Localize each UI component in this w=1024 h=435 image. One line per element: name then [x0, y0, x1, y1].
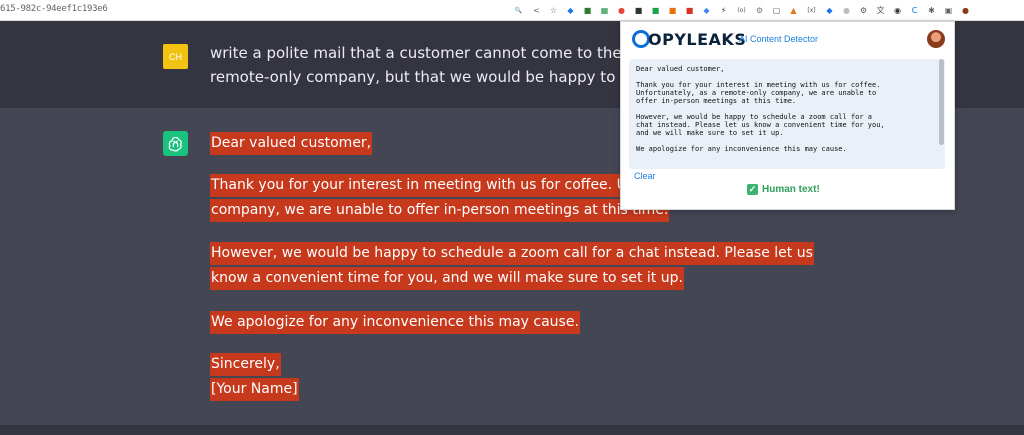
user-message-line: remote-only company, but that we would b… [210, 68, 684, 86]
assistant-paragraph-greeting: Dear valued customer, [210, 132, 373, 155]
user-profile-avatar[interactable] [927, 30, 945, 48]
scanned-paragraph: Thank you for your interest in meeting w… [636, 81, 881, 105]
text-box-scrollbar[interactable] [939, 59, 944, 145]
extension-orange-icon[interactable]: ■ [667, 5, 678, 16]
clear-link[interactable]: Clear [634, 171, 656, 181]
copyleaks-extension-icon[interactable]: C [909, 5, 920, 16]
scanned-paragraph: We apologize for any inconvenience this … [636, 145, 847, 153]
extension-grid-icon[interactable]: ▦ [599, 5, 610, 16]
scanned-text-box[interactable]: Dear valued customer, Thank you for your… [629, 59, 945, 169]
extension-bolt-icon[interactable]: ⚡ [718, 5, 729, 16]
chatgpt-logo-icon [163, 131, 188, 156]
extension-teal-icon[interactable]: ■ [650, 5, 661, 16]
assistant-paragraph-line: However, we would be happy to schedule a… [210, 242, 814, 265]
extension-code-icon[interactable]: (o) [735, 5, 748, 16]
user-avatar: CH [163, 44, 188, 69]
assistant-signature: [Your Name] [210, 378, 299, 401]
extension-blue-icon[interactable]: ◆ [701, 5, 712, 16]
human-text-result: ✓ Human text! [747, 184, 820, 195]
checkmark-icon: ✓ [747, 184, 758, 195]
side-panel-icon[interactable]: ▣ [943, 5, 954, 16]
extension-translate-icon[interactable]: 文 [875, 5, 886, 16]
assistant-paragraph-line: company, we are unable to offer in-perso… [210, 199, 670, 222]
result-label: Human text! [762, 184, 820, 195]
share-icon[interactable]: < [531, 5, 542, 16]
assistant-paragraph-line: We apologize for any inconvenience this … [210, 311, 580, 334]
extension-circle-icon[interactable]: ● [616, 5, 627, 16]
assistant-paragraph-line: know a convenient time for you, and we w… [210, 267, 684, 290]
extension-diamond-icon[interactable]: ◆ [565, 5, 576, 16]
copyleaks-logo-text: OPYLEAKS [648, 30, 747, 49]
extension-bracket-icon[interactable]: [x] [805, 5, 818, 16]
input-area-strip [0, 425, 1024, 435]
copyleaks-logo: OPYLEAKS [632, 30, 746, 49]
assistant-signoff: Sincerely, [210, 353, 281, 376]
url-text[interactable]: 615-982c-94eef1c193e6 [0, 4, 108, 14]
scanned-paragraph: However, we would be happy to schedule a… [636, 113, 885, 137]
extension-hat-icon[interactable]: ◉ [892, 5, 903, 16]
zoom-icon[interactable]: 🔍 [512, 5, 525, 16]
extension-blue-diamond-icon[interactable]: ◆ [824, 5, 835, 16]
user-message-line: write a polite mail that a customer cann… [210, 44, 687, 62]
copyleaks-popup: OPYLEAKS AI Content Detector Dear valued… [620, 21, 955, 210]
openai-knot-icon [168, 136, 182, 152]
extension-gear-icon[interactable]: ⚙ [754, 5, 765, 16]
extension-gear2-icon[interactable]: ⚙ [858, 5, 869, 16]
extension-red-icon[interactable]: ■ [684, 5, 695, 16]
puzzle-icon[interactable]: ✱ [926, 5, 937, 16]
extension-dark-icon[interactable]: ■ [633, 5, 644, 16]
bookmark-star-icon[interactable]: ☆ [548, 5, 559, 16]
scanned-paragraph: Dear valued customer, [636, 65, 725, 73]
copyleaks-subtitle: AI Content Detector [739, 34, 819, 44]
extension-box-icon[interactable]: ▢ [771, 5, 782, 16]
user-message-text: write a polite mail that a customer cann… [210, 41, 687, 89]
extension-green-icon[interactable]: ■ [582, 5, 593, 16]
browser-toolbar: 615-982c-94eef1c193e6 🔍 < ☆ ◆ ■ ▦ ● ■ ■ ■ ■ ◆ ⚡ (o) ⚙ ▢… [0, 0, 1024, 21]
extension-grey-circle-icon[interactable]: ● [841, 5, 852, 16]
profile-avatar-icon[interactable]: ● [960, 5, 971, 16]
extension-fox-icon[interactable]: ▲ [788, 5, 799, 16]
assistant-paragraph-line: Thank you for your interest in meeting w… [210, 174, 656, 197]
toolbar-icons: 🔍 < ☆ ◆ ■ ▦ ● ■ ■ ■ ■ ◆ ⚡ (o) ⚙ ▢ ▲ [x] ◆ ● ⚙ 文 ◉ C ✱ ▣ ● [512, 2, 977, 19]
